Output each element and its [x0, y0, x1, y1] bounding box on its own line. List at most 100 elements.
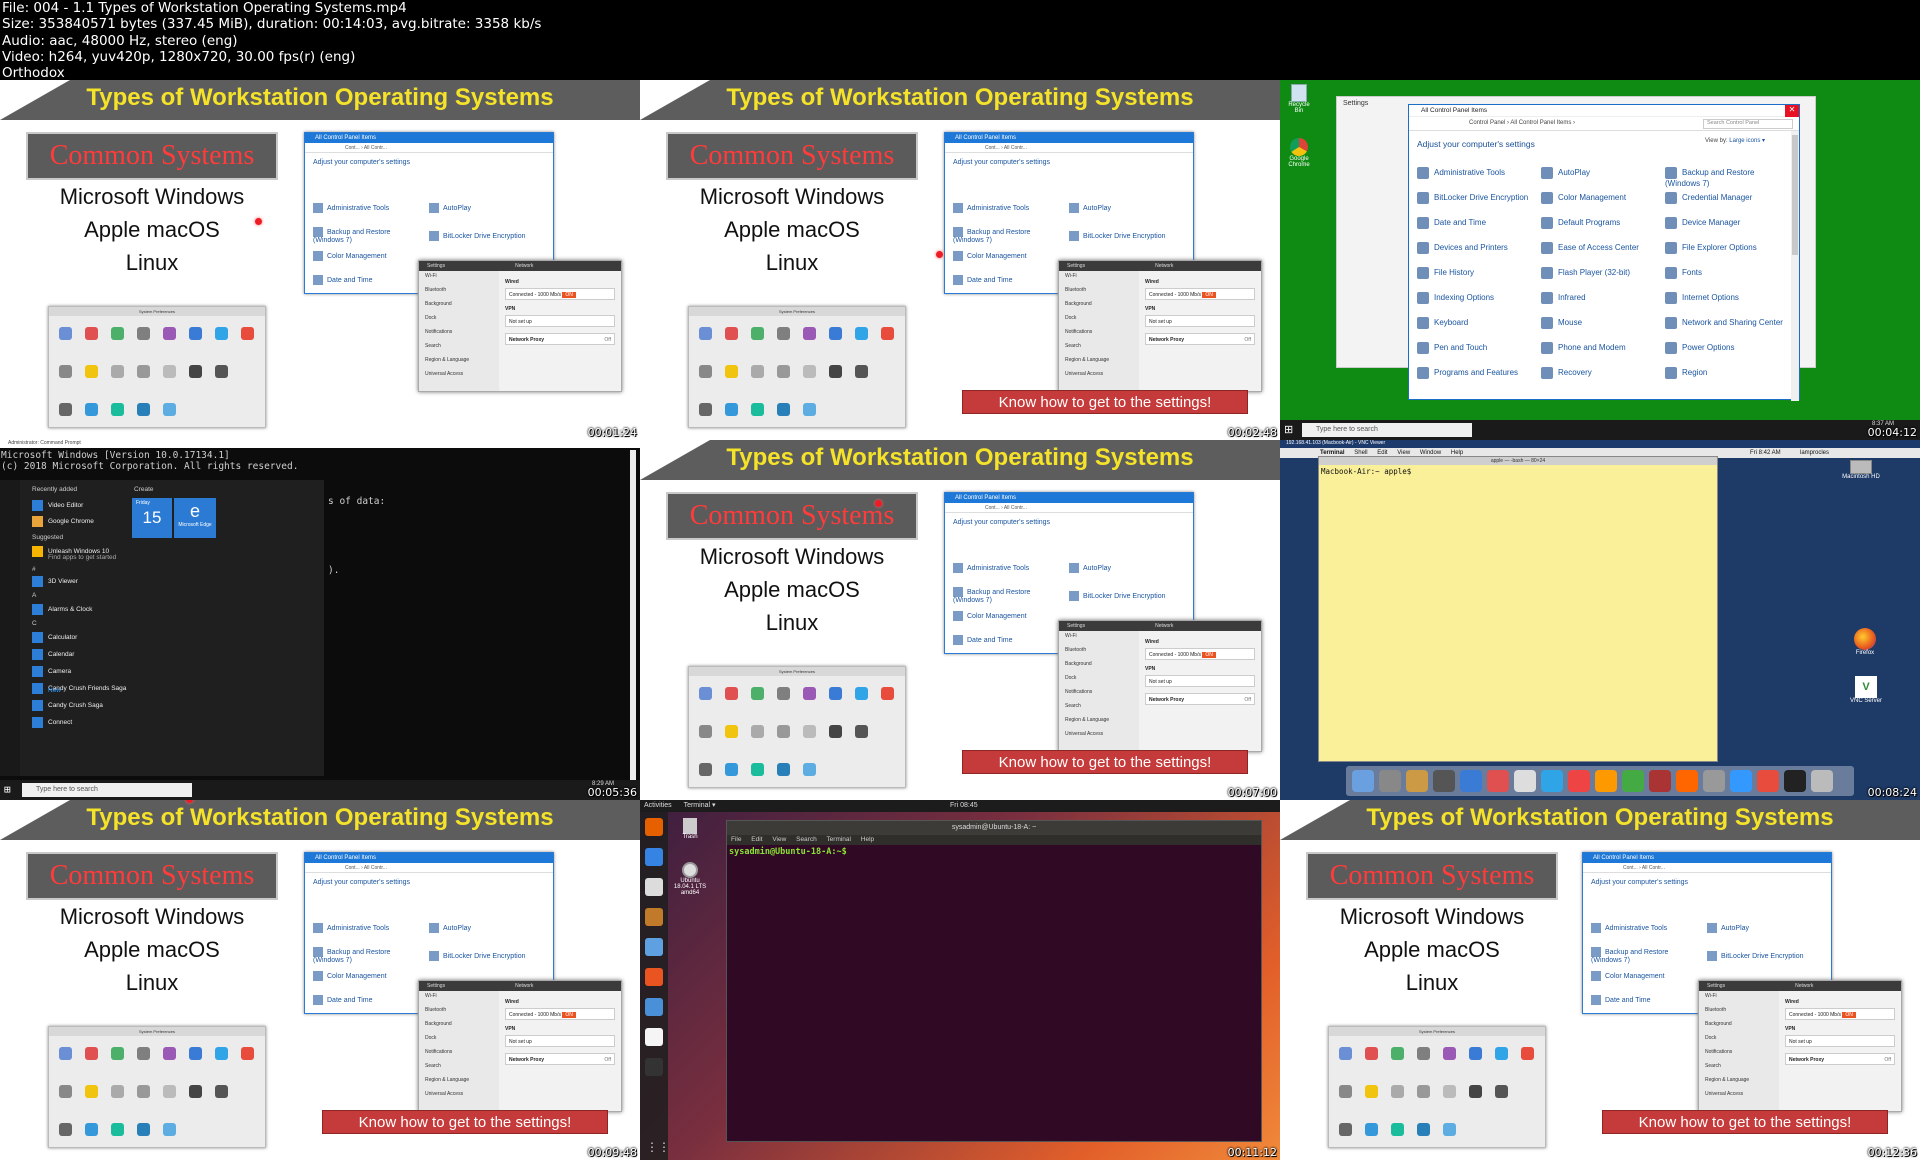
cp-item[interactable]: Network and Sharing Center — [1665, 317, 1783, 329]
menu-item[interactable]: View — [772, 836, 786, 843]
slide-thumbnail[interactable]: Types of Workstation Operating Systems Co… — [0, 80, 640, 440]
chrome-icon[interactable]: Google Chrome — [1282, 138, 1316, 168]
top-clock[interactable]: Fri 08:45 — [950, 800, 978, 812]
dock-app-icon[interactable] — [1460, 770, 1482, 792]
cmd-startmenu-thumbnail[interactable]: Administrator: Command Prompt Microsoft … — [0, 440, 640, 800]
start-app-item[interactable]: Alarms & Clock — [32, 604, 92, 615]
cp-item[interactable]: Device Manager — [1665, 217, 1783, 229]
dock-app-icon[interactable] — [1703, 770, 1725, 792]
slide-thumbnail[interactable]: Types of Workstation Operating Systems Co… — [1280, 800, 1920, 1160]
dock-app-icon[interactable] — [1676, 770, 1698, 792]
cp-item[interactable]: Fonts — [1665, 267, 1783, 279]
cp-item[interactable]: Credential Manager — [1665, 192, 1783, 204]
cp-item[interactable]: Mouse — [1541, 317, 1659, 329]
disc-icon[interactable]: Ubuntu 18.04.1 LTS amd64 — [670, 862, 710, 896]
hd-icon[interactable]: Macintosh HD — [1836, 460, 1886, 480]
dock-app-icon[interactable] — [1811, 770, 1833, 792]
recycle-bin-icon[interactable]: Recycle Bin — [1284, 84, 1314, 114]
slide-thumbnail[interactable]: Types of Workstation Operating Systems Co… — [640, 440, 1280, 800]
dock-app-icon[interactable] — [1352, 770, 1374, 792]
windows-start-icon[interactable]: ⊞ — [1284, 423, 1293, 436]
dock-app-icon[interactable] — [1433, 770, 1455, 792]
cp-item[interactable]: Power Options — [1665, 342, 1783, 354]
cp-item[interactable]: Flash Player (32-bit) — [1541, 267, 1659, 279]
control-panel-window[interactable]: All Control Panel Items ✕ Control Panel … — [1408, 104, 1800, 401]
launcher-app-icon[interactable] — [645, 968, 663, 986]
mac-dock[interactable] — [1346, 766, 1854, 796]
start-app-item[interactable]: Calendar — [32, 649, 74, 660]
scrollbar[interactable] — [630, 450, 636, 780]
close-icon[interactable]: ✕ — [1785, 105, 1799, 117]
cp-address-bar[interactable]: Control Panel › All Control Panel Items … — [1409, 117, 1799, 131]
menu-item[interactable]: Search — [796, 836, 817, 843]
launcher-app-icon[interactable] — [645, 908, 663, 926]
dock-app-icon[interactable] — [1514, 770, 1536, 792]
cp-item[interactable]: Indexing Options — [1417, 292, 1535, 304]
cp-item[interactable]: BitLocker Drive Encryption — [1417, 192, 1535, 204]
cp-item[interactable]: Programs and Features — [1417, 367, 1535, 379]
ubuntu-desktop-thumbnail[interactable]: Activities Terminal ▾ Fri 08:45 ⋮⋮ Trash… — [640, 800, 1280, 1160]
cp-item[interactable]: Keyboard — [1417, 317, 1535, 329]
firefox-icon[interactable]: Firefox — [1850, 628, 1880, 656]
cp-item[interactable]: Devices and Printers — [1417, 242, 1535, 254]
cp-item[interactable]: Recovery — [1541, 367, 1659, 379]
cp-item[interactable]: Default Programs — [1541, 217, 1659, 229]
launcher-app-icon[interactable] — [645, 1028, 663, 1046]
dock-app-icon[interactable] — [1487, 770, 1509, 792]
dock-app-icon[interactable] — [1757, 770, 1779, 792]
dock-app-icon[interactable] — [1622, 770, 1644, 792]
start-app-item[interactable]: Calculator — [32, 632, 77, 643]
cp-item[interactable]: Infrared — [1541, 292, 1659, 304]
app-menu[interactable]: Terminal ▾ — [684, 802, 716, 809]
calendar-tile[interactable]: Friday 15 — [132, 498, 172, 538]
terminal-window[interactable]: apple — -bash — 80×24 Macbook-Air:~ appl… — [1318, 456, 1718, 762]
start-app-item[interactable]: Video Editor — [32, 500, 83, 511]
activities-button[interactable]: Activities — [644, 802, 672, 809]
windows-start-icon[interactable]: ⊞ — [4, 783, 11, 796]
menu-item[interactable]: Terminal — [826, 836, 851, 843]
dock-app-icon[interactable] — [1649, 770, 1671, 792]
launcher-app-icon[interactable] — [645, 878, 663, 896]
cp-search-input[interactable]: Search Control Panel — [1703, 119, 1793, 129]
dock-app-icon[interactable] — [1595, 770, 1617, 792]
cp-item[interactable]: Region — [1665, 367, 1783, 379]
terminal-prompt[interactable]: Macbook-Air:~ apple$ — [1319, 465, 1717, 478]
cp-item[interactable]: Ease of Access Center — [1541, 242, 1659, 254]
vnc-server-icon[interactable]: V VNC Server — [1846, 676, 1886, 704]
taskbar-search-input[interactable]: Type here to search — [1302, 423, 1472, 437]
start-app-item[interactable]: 3D Viewer — [32, 576, 78, 587]
start-menu[interactable]: Recently added Video Editor Google Chrom… — [0, 480, 324, 776]
menu-user[interactable]: lamprocles — [1800, 448, 1829, 458]
start-app-item[interactable]: Camera — [32, 666, 71, 677]
start-app-item[interactable]: Google Chrome — [32, 516, 94, 527]
launcher-app-icon[interactable] — [645, 938, 663, 956]
menu-item[interactable]: Edit — [751, 836, 762, 843]
cp-item[interactable]: Internet Options — [1665, 292, 1783, 304]
edge-tile[interactable]: e Microsoft Edge — [174, 498, 216, 538]
launcher-app-icon[interactable] — [645, 998, 663, 1016]
slide-thumbnail[interactable]: Types of Workstation Operating Systems Co… — [0, 800, 640, 1160]
cp-item[interactable]: AutoPlay — [1541, 167, 1659, 179]
launcher-app-icon[interactable] — [645, 1058, 663, 1076]
scrollbar[interactable] — [1791, 131, 1799, 401]
launcher-app-icon[interactable] — [645, 848, 663, 866]
terminal-window[interactable]: sysadmin@Ubuntu-18-A: ~ File Edit View S… — [726, 820, 1262, 1142]
dock-app-icon[interactable] — [1406, 770, 1428, 792]
cp-item[interactable]: File Explorer Options — [1665, 242, 1783, 254]
cp-item[interactable]: Date and Time — [1417, 217, 1535, 229]
cp-viewby[interactable]: View by: Large icons ▾ — [1705, 137, 1765, 144]
windows-desktop-thumbnail[interactable]: Recycle Bin Google Chrome Settings All C… — [1280, 80, 1920, 440]
start-app-item[interactable]: Candy Crush Friends Saga — [32, 683, 126, 694]
cp-item[interactable]: Phone and Modem — [1541, 342, 1659, 354]
menu-item[interactable]: Help — [861, 836, 874, 843]
slide-thumbnail[interactable]: Types of Workstation Operating Systems Co… — [640, 80, 1280, 440]
viewby-value[interactable]: Large icons ▾ — [1729, 138, 1765, 144]
cp-item[interactable]: File History — [1417, 267, 1535, 279]
cp-item[interactable]: Backup and Restore (Windows 7) — [1665, 167, 1783, 188]
dock-app-icon[interactable] — [1568, 770, 1590, 792]
dock-app-icon[interactable] — [1541, 770, 1563, 792]
start-app-item[interactable]: Candy Crush Saga — [32, 700, 103, 711]
show-apps-icon[interactable]: ⋮⋮ — [646, 1140, 670, 1154]
dock-app-icon[interactable] — [1730, 770, 1752, 792]
start-app-item[interactable]: Connect — [32, 717, 72, 728]
